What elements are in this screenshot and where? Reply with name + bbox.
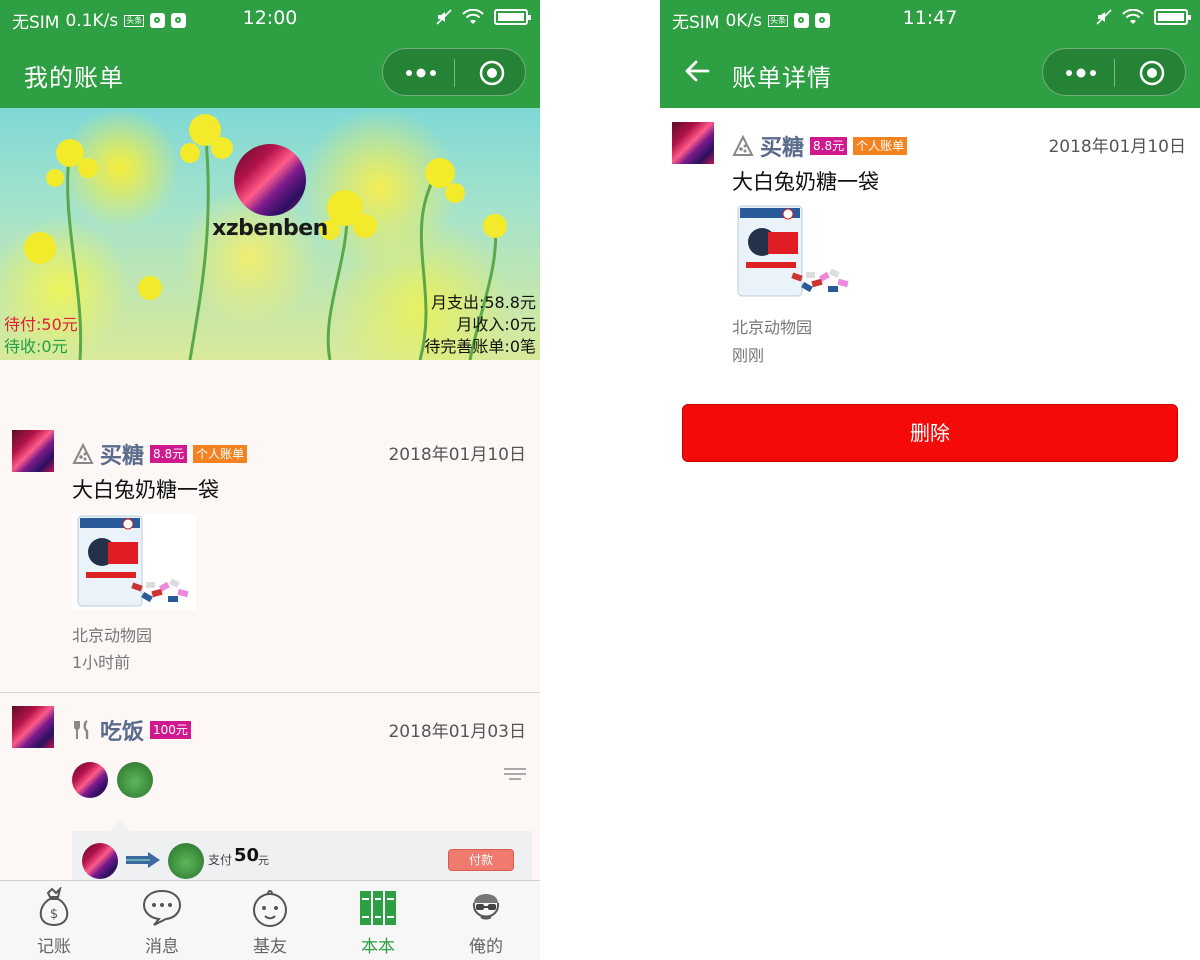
pizza-slice-icon bbox=[732, 135, 754, 156]
status-bar: 无SIM 0K/s 头条 11:47 bbox=[660, 0, 1200, 36]
bill-type-tag: 个人账单 bbox=[853, 137, 908, 155]
menu-lines-icon[interactable] bbox=[504, 766, 526, 784]
user-avatar[interactable] bbox=[234, 144, 306, 216]
participant-avatar[interactable] bbox=[117, 762, 153, 798]
bill-category: 买糖 bbox=[760, 136, 805, 161]
bill-feed[interactable]: 买糖 8.8元 个人账单 2018年01月10日 大白兔奶糖一袋 北京动物园 1… bbox=[0, 360, 540, 880]
tab-messages[interactable]: 消息 bbox=[108, 881, 216, 960]
pizza-slice-icon bbox=[72, 443, 94, 464]
bill-location: 北京动物园 bbox=[72, 626, 153, 645]
nav-bar: 我的账单 bbox=[0, 36, 540, 108]
close-miniprogram-icon[interactable] bbox=[1139, 60, 1165, 86]
status-bar: 无SIM 0.1K/s 头条 12:00 bbox=[0, 0, 540, 36]
tab-label: 基友 bbox=[253, 937, 287, 957]
bill-avatar bbox=[12, 706, 54, 748]
bill-card[interactable]: 买糖 8.8元 个人账单 2018年01月10日 大白兔奶糖一袋 北京动物园 1… bbox=[0, 360, 540, 693]
tab-friends[interactable]: 基友 bbox=[216, 881, 324, 960]
close-miniprogram-icon[interactable] bbox=[479, 60, 505, 86]
more-dots-icon[interactable] bbox=[401, 61, 441, 85]
monthly-income-text: 月收入:0元 bbox=[456, 315, 536, 334]
money-bag-icon: $ bbox=[39, 887, 69, 927]
pay-label: 支付 bbox=[208, 853, 233, 867]
participant-avatar[interactable] bbox=[72, 762, 108, 798]
payment-row: 支付 50 元 付款 bbox=[72, 821, 532, 880]
tab-label: 消息 bbox=[145, 937, 179, 957]
pending-receive-text: 待收:0元 bbox=[4, 337, 68, 356]
tab-label: 俺的 bbox=[469, 937, 503, 957]
page-title: 账单详情 bbox=[732, 64, 832, 92]
more-dots-icon[interactable] bbox=[1061, 61, 1101, 85]
bill-description: 大白兔奶糖一袋 bbox=[72, 478, 219, 502]
arrow-right-icon bbox=[126, 852, 160, 868]
fork-knife-icon bbox=[74, 720, 89, 739]
nav-bar: 账单详情 bbox=[660, 36, 1200, 108]
wifi-icon bbox=[1122, 9, 1144, 24]
candy-bag-image[interactable] bbox=[72, 514, 196, 610]
bill-card[interactable]: 吃饭 100元 2018年01月03日 支付 50 元 付款 bbox=[0, 693, 540, 880]
pay-button[interactable]: 付款 bbox=[448, 849, 514, 871]
chat-bubble-icon bbox=[142, 889, 182, 926]
page-title: 我的账单 bbox=[24, 64, 124, 92]
miniprogram-capsule bbox=[1042, 48, 1186, 96]
amount-tag: 100元 bbox=[150, 721, 191, 739]
bill-avatar bbox=[672, 122, 714, 164]
person-glasses-icon bbox=[472, 894, 500, 920]
tab-mine[interactable]: 俺的 bbox=[432, 881, 540, 960]
battery-icon bbox=[494, 9, 531, 25]
delete-button[interactable]: 删除 bbox=[682, 404, 1178, 462]
bill-type-tag: 个人账单 bbox=[193, 445, 248, 463]
back-arrow-icon[interactable] bbox=[682, 56, 712, 86]
miniprogram-capsule bbox=[382, 48, 526, 96]
baby-face-icon bbox=[253, 890, 287, 927]
bill-time-ago: 刚刚 bbox=[732, 346, 765, 365]
tab-label: 本本 bbox=[361, 937, 395, 957]
bill-description: 大白兔奶糖一袋 bbox=[732, 170, 879, 194]
bill-location: 北京动物园 bbox=[732, 318, 813, 337]
battery-icon bbox=[1154, 9, 1191, 25]
tab-books[interactable]: 本本 bbox=[324, 881, 432, 960]
payer-avatar bbox=[82, 843, 118, 879]
amount-tag: 8.8元 bbox=[150, 445, 188, 463]
mute-icon bbox=[1096, 9, 1112, 25]
bill-date: 2018年01月10日 bbox=[388, 445, 526, 465]
bill-time-ago: 1小时前 bbox=[72, 653, 131, 672]
candy-bag-image[interactable] bbox=[732, 204, 856, 300]
bill-category: 吃饭 bbox=[100, 720, 145, 745]
bill-detail: 买糖 8.8元 个人账单 2018年01月10日 大白兔奶糖一袋 北京动物园 刚… bbox=[660, 108, 1200, 960]
books-icon bbox=[360, 891, 396, 925]
incomplete-bills-text: 待完善账单:0笔 bbox=[424, 337, 536, 356]
tab-label: 记账 bbox=[37, 937, 71, 957]
pay-amount: 50 bbox=[234, 845, 260, 866]
payee-avatar bbox=[168, 843, 204, 879]
pending-pay-text: 待付:50元 bbox=[4, 315, 78, 334]
bill-date: 2018年01月10日 bbox=[1048, 137, 1186, 157]
profile-banner: xzbenben 待付:50元 待收:0元 月支出:58.8元 月收入:0元 待… bbox=[0, 108, 540, 360]
bill-detail-screen: 无SIM 0K/s 头条 11:47 账单详情 买糖 8.8元 个人账单 201… bbox=[660, 0, 1200, 960]
pay-unit: 元 bbox=[258, 854, 269, 867]
amount-tag: 8.8元 bbox=[810, 137, 848, 155]
bill-date: 2018年01月03日 bbox=[388, 722, 526, 742]
bill-list-screen: 无SIM 0.1K/s 头条 12:00 我的账单 xzbenben 待付:50… bbox=[0, 0, 540, 960]
username: xzbenben bbox=[212, 216, 328, 241]
bill-avatar bbox=[12, 430, 54, 472]
tab-bar: $ 记账 消息 基友 本本 俺的 bbox=[0, 880, 540, 960]
wifi-icon bbox=[462, 9, 484, 24]
mute-icon bbox=[436, 9, 452, 25]
svg-text:$: $ bbox=[50, 907, 58, 922]
bill-category: 买糖 bbox=[100, 444, 145, 469]
monthly-expense-text: 月支出:58.8元 bbox=[430, 293, 536, 312]
tab-bookkeeping[interactable]: $ 记账 bbox=[0, 881, 108, 960]
